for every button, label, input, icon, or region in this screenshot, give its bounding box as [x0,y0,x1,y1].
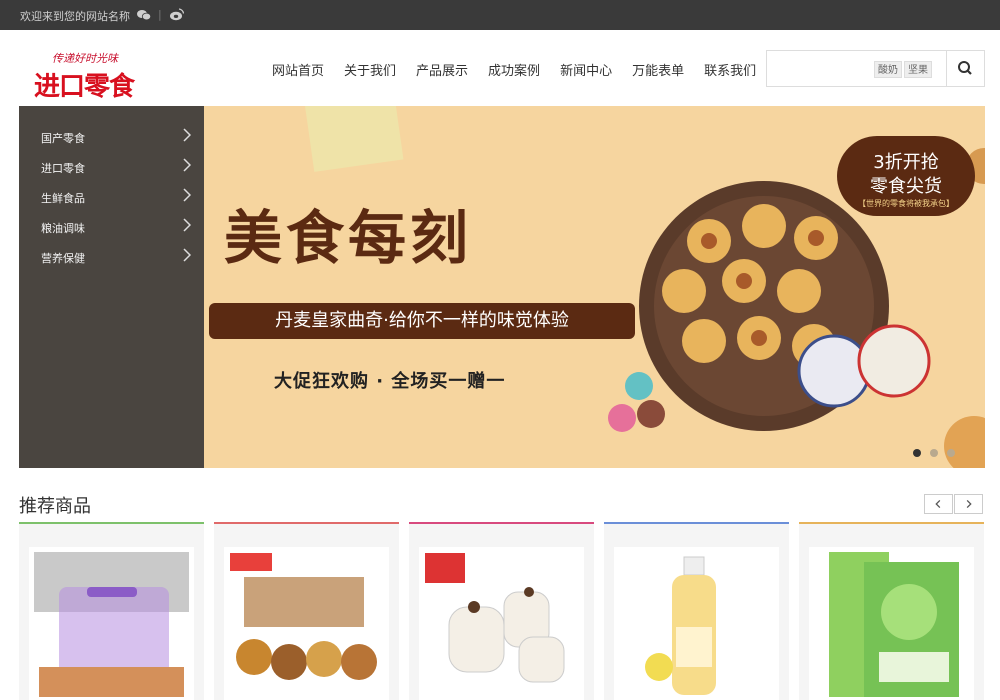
top-bar: 欢迎来到您的网站名称 | [0,0,1000,30]
category-label: 生鲜食品 [41,192,85,205]
nav-home[interactable]: 网站首页 [272,60,324,79]
topbar-separator: | [158,8,162,21]
category-item-imported[interactable]: 进口零食 [41,158,191,176]
banner-ribbon: 丹麦皇家曲奇·给你不一样的味觉体验 [209,303,635,339]
site-logo[interactable]: 传递好时光味 进口零食 [28,48,148,102]
logo-name: 进口零食 [34,72,135,102]
nav-news[interactable]: 新闻中心 [560,60,612,79]
recommend-section-header: 推荐商品 [19,492,985,518]
nav-contact[interactable]: 联系我们 [704,60,756,79]
category-item-domestic[interactable]: 国产零食 [41,128,191,146]
logo-tagline: 传递好时光味 [52,52,118,65]
chevron-right-icon [183,248,191,262]
search-tag-yogurt[interactable]: 酸奶 [874,61,902,78]
product-image[interactable] [614,547,779,700]
header: 传递好时光味 进口零食 网站首页 关于我们 产品展示 成功案例 新闻中心 万能表… [0,30,1000,106]
chevron-right-icon [183,218,191,232]
product-image[interactable] [29,547,194,700]
product-list [19,522,985,700]
card-accent-bar [409,522,594,524]
product-card[interactable] [19,522,204,700]
nav-about[interactable]: 关于我们 [344,60,396,79]
product-card[interactable] [214,522,399,700]
carousel-dots [913,442,964,461]
wechat-icon[interactable] [137,9,151,21]
nav-products[interactable]: 产品展示 [416,60,468,79]
welcome-text: 欢迎来到您的网站名称 [20,10,130,23]
carousel-dot-1[interactable] [913,449,921,457]
banner-title: 美食每刻 [224,204,473,272]
recommend-title: 推荐商品 [19,496,91,517]
category-label: 粮油调味 [41,222,85,235]
main-nav: 网站首页 关于我们 产品展示 成功案例 新闻中心 万能表单 联系我们 [262,60,766,79]
discount-badge: 3折开抢 零食尖货 【世界的零食将被我承包】 [837,136,975,216]
badge-line3: 【世界的零食将被我承包】 [858,199,954,208]
carousel-prev-button[interactable] [924,494,953,514]
badge-line1: 3折开抢 [873,152,939,173]
card-accent-bar [799,522,984,524]
product-image[interactable] [419,547,584,700]
chevron-right-icon [183,158,191,172]
product-card[interactable] [409,522,594,700]
carousel-dot-3[interactable] [947,449,955,457]
product-card[interactable] [799,522,984,700]
search-tag-nuts[interactable]: 坚果 [904,61,932,78]
product-image[interactable] [809,547,974,700]
card-accent-bar [604,522,789,524]
product-card[interactable] [604,522,789,700]
badge-line2: 零食尖货 [870,176,942,197]
search-icon[interactable] [947,51,984,86]
weibo-icon[interactable] [170,8,184,21]
hero-banner[interactable]: 国产零食 进口零食 生鲜食品 粮油调味 营养保健 美食每刻 丹麦皇家曲奇·给你不… [19,106,985,468]
category-menu: 国产零食 进口零食 生鲜食品 粮油调味 营养保健 [19,106,204,468]
product-image[interactable] [224,547,389,700]
category-item-nutrition[interactable]: 营养保健 [41,248,191,266]
banner-promo: 大促狂欢购 · 全场买一赠一 [274,371,506,392]
carousel-next-button[interactable] [954,494,983,514]
nav-cases[interactable]: 成功案例 [488,60,540,79]
category-label: 国产零食 [41,132,85,145]
card-accent-bar [19,522,204,524]
carousel-dot-2[interactable] [930,449,938,457]
category-item-grain-oil[interactable]: 粮油调味 [41,218,191,236]
chevron-right-icon [183,128,191,142]
nav-forms[interactable]: 万能表单 [632,60,684,79]
search-box[interactable]: 酸奶 坚果 [766,50,985,87]
category-label: 进口零食 [41,162,85,175]
chevron-right-icon [183,188,191,202]
category-item-fresh[interactable]: 生鲜食品 [41,188,191,206]
category-label: 营养保健 [41,252,85,265]
card-accent-bar [214,522,399,524]
